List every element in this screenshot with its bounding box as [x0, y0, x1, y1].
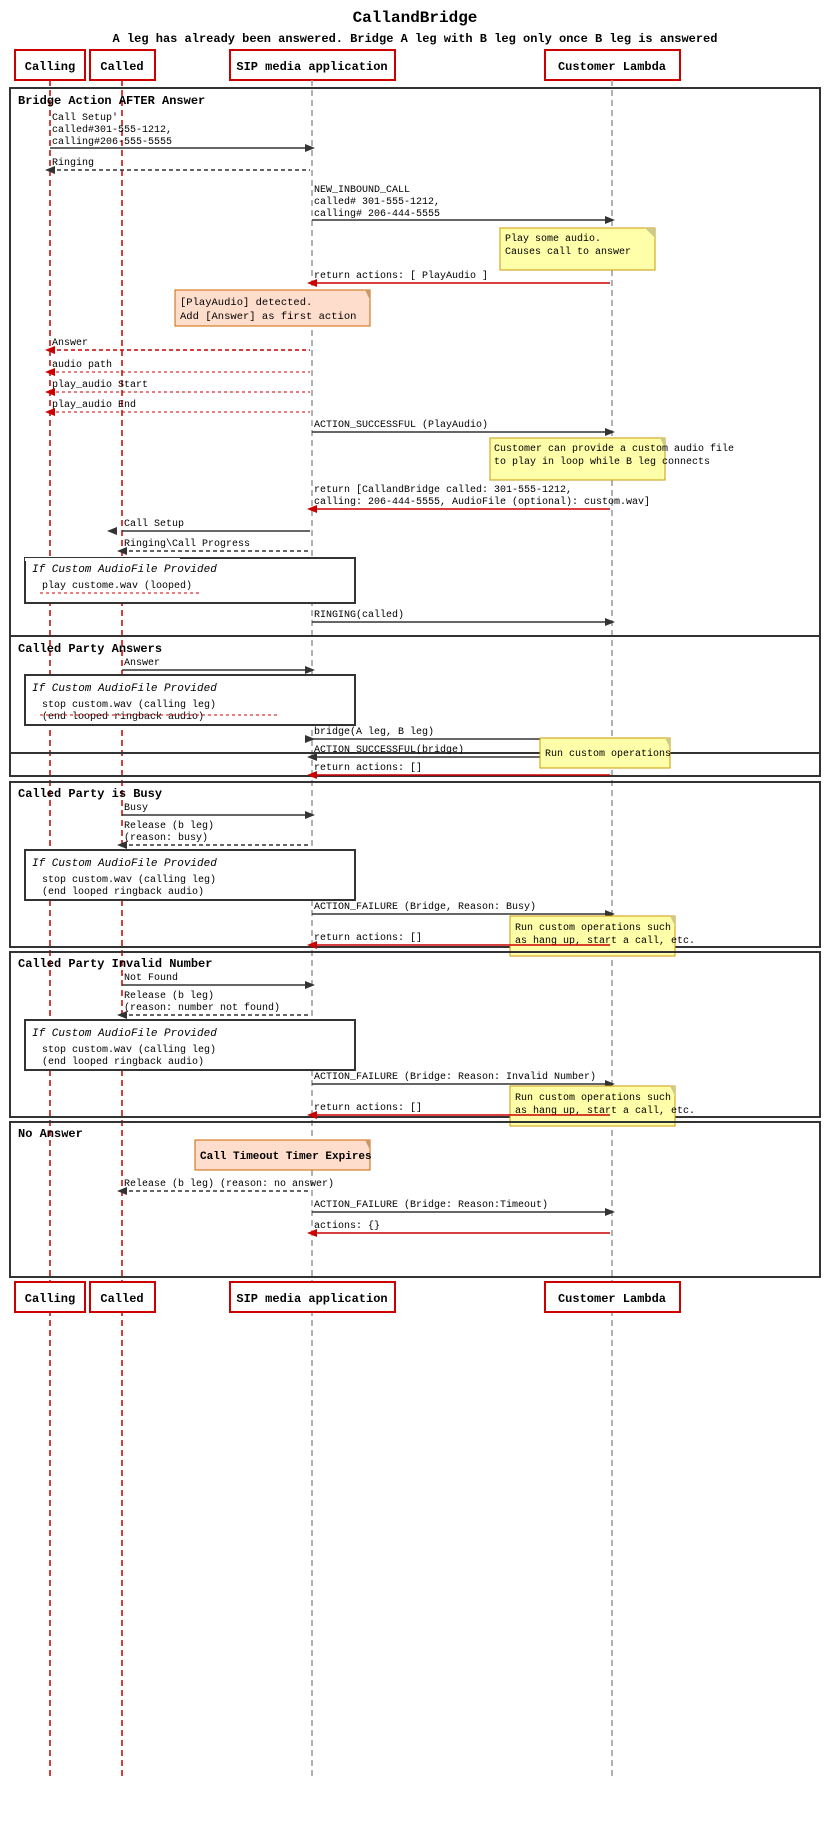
- svg-text:Call Timeout Timer Expires: Call Timeout Timer Expires: [200, 1151, 372, 1163]
- svg-text:Ringing: Ringing: [52, 157, 94, 169]
- svg-text:(end looped ringback audio): (end looped ringback audio): [42, 711, 204, 723]
- svg-text:[PlayAudio] detected.: [PlayAudio] detected.: [180, 297, 312, 309]
- svg-text:calling#206-555-5555: calling#206-555-5555: [52, 136, 172, 148]
- svg-text:If Custom AudioFile Provided: If Custom AudioFile Provided: [32, 858, 217, 870]
- svg-text:Release (b leg): Release (b leg): [124, 820, 214, 832]
- svg-text:If Custom AudioFile Provided: If Custom AudioFile Provided: [32, 564, 217, 576]
- svg-text:return actions: []: return actions: []: [314, 762, 422, 774]
- svg-text:(end looped ringback audio): (end looped ringback audio): [42, 886, 204, 898]
- svg-text:to play in loop while B leg co: to play in loop while B leg connects: [494, 456, 710, 468]
- lane-calling-bottom: Calling: [25, 1292, 75, 1306]
- svg-text:bridge(A leg, B leg): bridge(A leg, B leg): [314, 726, 434, 738]
- svg-text:Call Setup: Call Setup: [124, 518, 184, 530]
- subtitle: A leg has already been answered. Bridge …: [113, 32, 718, 46]
- svg-text:Release (b leg): Release (b leg): [124, 990, 214, 1002]
- svg-text:ACTION_FAILURE (Bridge: Reason: ACTION_FAILURE (Bridge: Reason: Invalid …: [314, 1071, 596, 1083]
- svg-text:RINGING(called): RINGING(called): [314, 609, 404, 621]
- svg-text:Causes call to answer: Causes call to answer: [505, 246, 631, 258]
- svg-text:If Custom AudioFile Provided: If Custom AudioFile Provided: [32, 683, 217, 695]
- svg-text:return actions: []: return actions: []: [314, 932, 422, 944]
- svg-text:return [CallandBridge called:: return [CallandBridge called: 301-555-12…: [314, 484, 572, 496]
- svg-text:Ringing\Call Progress: Ringing\Call Progress: [124, 538, 250, 550]
- svg-text:Play some audio.: Play some audio.: [505, 233, 601, 245]
- svg-text:Run custom operations such: Run custom operations such: [515, 1092, 671, 1104]
- svg-text:Call Setup': Call Setup': [52, 112, 118, 124]
- svg-text:stop custom.wav (calling leg): stop custom.wav (calling leg): [42, 874, 216, 886]
- title: CallandBridge: [353, 9, 478, 27]
- svg-text:calling: 206-444-5555, AudioFi: calling: 206-444-5555, AudioFile (option…: [314, 496, 650, 508]
- svg-text:Answer: Answer: [124, 658, 160, 669]
- svg-text:return actions: [ PlayAudio ]: return actions: [ PlayAudio ]: [314, 270, 488, 282]
- svg-text:NEW_INBOUND_CALL: NEW_INBOUND_CALL: [314, 185, 410, 196]
- lane-called-bottom: Called: [100, 1292, 143, 1306]
- lane-calling-top: Calling: [25, 60, 75, 74]
- svg-text:ACTION_FAILURE (Bridge, Reason: ACTION_FAILURE (Bridge, Reason: Busy): [314, 901, 536, 913]
- svg-text:Customer can provide a custom: Customer can provide a custom audio file: [494, 443, 734, 455]
- svg-text:Not Found: Not Found: [124, 972, 178, 984]
- diagram-svg: CallandBridge A leg has already been ans…: [0, 0, 831, 1815]
- svg-text:return actions: []: return actions: []: [314, 1102, 422, 1114]
- svg-text:Called Party Invalid Number: Called Party Invalid Number: [18, 957, 212, 971]
- svg-text:If Custom AudioFile Provided: If Custom AudioFile Provided: [32, 1028, 217, 1040]
- svg-text:called#301-555-1212,: called#301-555-1212,: [52, 124, 172, 136]
- lane-lambda-top: Customer Lambda: [558, 60, 666, 74]
- svg-text:Busy: Busy: [124, 803, 148, 814]
- svg-text:Called Party is Busy: Called Party is Busy: [18, 787, 162, 801]
- svg-text:ACTION_FAILURE (Bridge: Reason: ACTION_FAILURE (Bridge: Reason:Timeout): [314, 1199, 548, 1211]
- svg-text:called# 301-555-1212,: called# 301-555-1212,: [314, 196, 440, 208]
- svg-text:No Answer: No Answer: [18, 1127, 83, 1141]
- lane-called-top: Called: [100, 60, 143, 74]
- lane-sip-bottom: SIP media application: [236, 1292, 387, 1306]
- svg-text:ACTION_SUCCESSFUL(bridge): ACTION_SUCCESSFUL(bridge): [314, 744, 464, 756]
- lane-sip-top: SIP media application: [236, 60, 387, 74]
- svg-text:play custome.wav (looped): play custome.wav (looped): [42, 580, 192, 592]
- svg-text:Run custom operations: Run custom operations: [545, 748, 671, 760]
- svg-text:Answer: Answer: [52, 338, 88, 349]
- svg-text:Run custom operations such: Run custom operations such: [515, 922, 671, 934]
- svg-text:(end looped ringback audio): (end looped ringback audio): [42, 1056, 204, 1068]
- svg-text:play_audio End: play_audio End: [52, 399, 136, 411]
- svg-text:(reason: number not found): (reason: number not found): [124, 1002, 280, 1014]
- svg-text:play_audio Start: play_audio Start: [52, 379, 148, 391]
- page-container: CallandBridge A leg has already been ans…: [0, 0, 831, 1835]
- svg-text:calling# 206-444-5555: calling# 206-444-5555: [314, 208, 440, 220]
- svg-text:actions: {}: actions: {}: [314, 1220, 380, 1232]
- svg-text:Called Party Answers: Called Party Answers: [18, 642, 162, 656]
- svg-text:Add [Answer] as first action: Add [Answer] as first action: [180, 311, 356, 323]
- section-bridge-label: Bridge Action AFTER Answer: [18, 94, 205, 108]
- svg-text:stop custom.wav (calling leg): stop custom.wav (calling leg): [42, 699, 216, 711]
- svg-text:ACTION_SUCCESSFUL (PlayAudio): ACTION_SUCCESSFUL (PlayAudio): [314, 419, 488, 431]
- svg-text:stop custom.wav (calling leg): stop custom.wav (calling leg): [42, 1044, 216, 1056]
- svg-text:(reason: busy): (reason: busy): [124, 832, 208, 844]
- lane-lambda-bottom: Customer Lambda: [558, 1292, 666, 1306]
- svg-text:Release (b leg) (reason: no an: Release (b leg) (reason: no answer): [124, 1178, 334, 1190]
- svg-text:audio path: audio path: [52, 359, 112, 371]
